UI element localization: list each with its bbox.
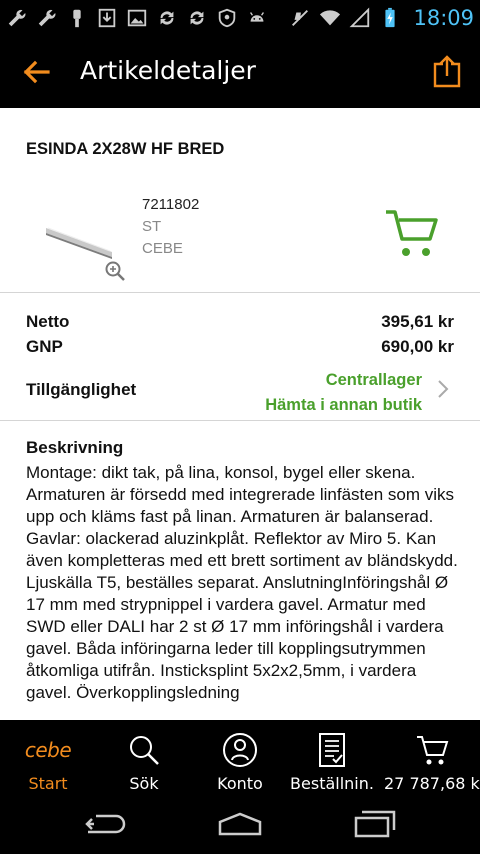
shield-icon [216,7,238,29]
system-status-icons: 18:09 [289,4,474,32]
wrench-icon [6,7,28,29]
nav-search-label: Sök [129,774,159,793]
nav-orders-label: Beställnin. [290,774,374,793]
netto-value: 395,61 kr [381,312,454,331]
account-icon [223,733,257,767]
system-navigation [0,796,480,854]
nav-orders[interactable]: Beställnin. [280,720,384,796]
nav-account[interactable]: Konto [192,720,288,796]
article-details: ESINDA 2X28W HF BRED 7211802 ST CEBE Net… [0,108,480,720]
status-bar: 18:09 [0,0,480,36]
nav-start[interactable]: cebe Start [0,720,96,796]
download-icon [96,7,118,29]
image-icon [126,7,148,29]
availability-links[interactable]: Centrallager Hämta i annan butik [265,368,422,418]
android-icon [246,7,268,29]
wrench-icon [36,7,58,29]
status-time: 18:09 [413,6,474,30]
back-icon[interactable] [82,808,130,840]
app-bar: Artikeldetaljer [0,36,480,108]
brand: CEBE [142,240,183,257]
availability-central-warehouse[interactable]: Centrallager [265,368,422,393]
nav-search[interactable]: Sök [96,720,192,796]
availability-label: Tillgänglighet [26,380,137,399]
cart-icon [417,736,449,765]
cebe-logo: cebe [24,738,72,762]
zoom-icon[interactable] [104,260,126,282]
wifi-icon [319,7,341,29]
product-meta: 7211802 ST CEBE [142,194,199,260]
unit: ST [142,218,162,235]
search-icon [130,736,159,765]
netto-label: Netto [26,312,70,331]
description-text: Montage: dikt tak, på lina, konsol, byge… [26,463,458,702]
home-icon[interactable] [216,808,264,840]
gnp-value: 690,00 kr [381,337,454,356]
nav-account-label: Konto [217,774,263,793]
availability-other-store[interactable]: Hämta i annan butik [265,393,422,418]
article-number: 7211802 [142,196,200,213]
cebe-logo-icon: cebe [24,730,72,770]
battery-charging-icon [379,7,401,29]
nav-cart[interactable]: 27 787,68 kr [384,720,480,796]
nav-start-label: Start [28,774,68,793]
mute-icon [289,7,311,29]
sync-icon [186,7,208,29]
recent-apps-icon[interactable] [350,808,398,840]
orders-icon [319,733,345,767]
product-name: ESINDA 2X28W HF BRED [26,140,225,158]
sync-icon [156,7,178,29]
gnp-label: GNP [26,337,63,356]
share-icon[interactable] [432,54,462,88]
add-to-cart-icon[interactable] [384,208,440,260]
divider [0,292,480,293]
bottom-navigation: cebe Start Sök Konto Beställnin. 27 787,… [0,720,480,796]
back-arrow-icon[interactable] [20,56,52,88]
notification-icons [6,4,268,32]
description-title: Beskrivning [26,438,124,457]
usb-icon [66,7,88,29]
divider [0,420,480,421]
signal-icon [349,7,371,29]
nav-cart-total: 27 787,68 kr [384,774,480,793]
page-title: Artikeldetaljer [80,56,256,85]
chevron-right-icon[interactable] [436,378,450,400]
